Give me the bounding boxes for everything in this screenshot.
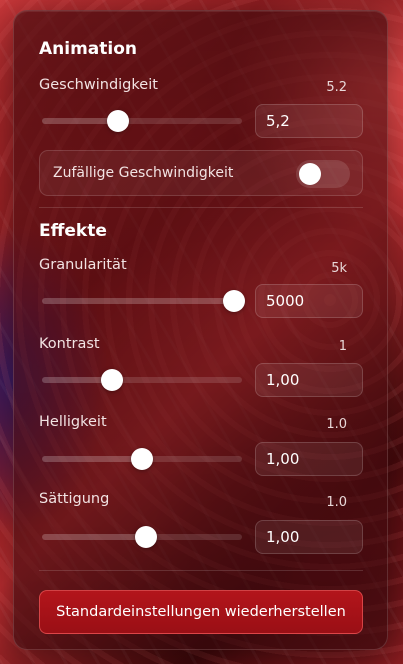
speed-slider[interactable]	[42, 110, 242, 132]
saturation-label: Sättigung	[39, 491, 110, 507]
brightness-input[interactable]	[255, 442, 363, 476]
granularity-slider-fill	[42, 298, 234, 304]
granularity-slider[interactable]	[42, 290, 245, 312]
brightness-slider-thumb[interactable]	[131, 448, 153, 470]
brightness-slider-fill	[42, 456, 142, 462]
speed-readout: 5.2	[326, 80, 347, 95]
contrast-slider[interactable]	[42, 369, 242, 391]
speed-slider-thumb[interactable]	[107, 110, 129, 132]
granularity-readout: 5k	[331, 261, 347, 276]
contrast-input[interactable]	[255, 363, 363, 397]
random-speed-label: Zufällige Geschwindigkeit	[53, 165, 234, 181]
brightness-readout: 1.0	[326, 417, 347, 432]
saturation-input[interactable]	[255, 520, 363, 554]
contrast-readout: 1	[338, 339, 347, 354]
contrast-slider-thumb[interactable]	[101, 369, 123, 391]
granularity-label: Granularität	[39, 257, 127, 273]
speed-input[interactable]	[255, 104, 363, 138]
section-title-animation: Animation	[39, 39, 138, 59]
saturation-slider-fill	[42, 534, 146, 540]
random-speed-row: Zufällige Geschwindigkeit	[39, 150, 363, 196]
section-title-effects: Effekte	[39, 221, 107, 241]
saturation-slider[interactable]	[42, 526, 242, 548]
reset-defaults-button[interactable]: Standardeinstellungen wiederherstellen	[39, 590, 363, 634]
speed-label: Geschwindigkeit	[39, 77, 158, 93]
granularity-input[interactable]	[255, 284, 363, 318]
footer-divider	[39, 570, 363, 571]
saturation-slider-thumb[interactable]	[135, 526, 157, 548]
contrast-label: Kontrast	[39, 336, 100, 352]
brightness-label: Helligkeit	[39, 414, 107, 430]
brightness-slider[interactable]	[42, 448, 242, 470]
settings-panel: Animation Geschwindigkeit 5.2 Zufällige …	[13, 10, 388, 650]
random-speed-toggle-knob	[299, 163, 321, 185]
random-speed-toggle[interactable]	[296, 160, 350, 188]
saturation-readout: 1.0	[326, 495, 347, 510]
granularity-slider-thumb[interactable]	[223, 290, 245, 312]
section-divider	[39, 207, 363, 208]
